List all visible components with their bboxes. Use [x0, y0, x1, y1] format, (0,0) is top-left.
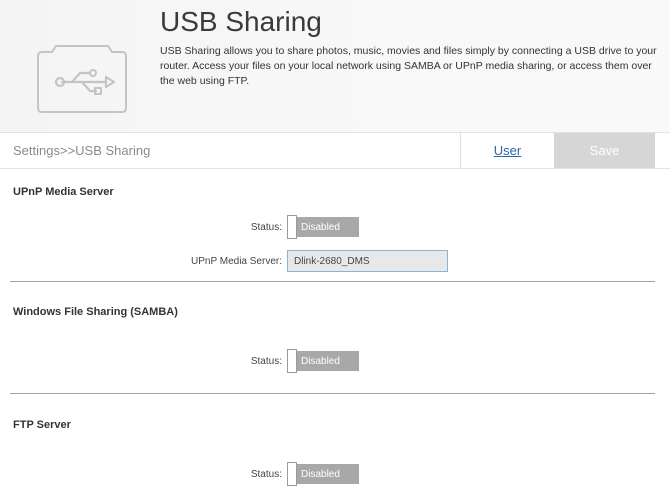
upnp-server-label: UPnP Media Server: — [191, 256, 282, 267]
usb-sharing-page: USB Sharing USB Sharing allows you to sh… — [0, 0, 670, 495]
usb-drive-icon — [37, 45, 127, 113]
samba-status-toggle[interactable]: Disabled — [287, 349, 359, 373]
upnp-status-value: Disabled — [297, 217, 359, 237]
section-title-upnp: UPnP Media Server — [13, 186, 114, 198]
toolbar: Settings>>USB Sharing User Save — [0, 133, 670, 169]
page-header: USB Sharing USB Sharing allows you to sh… — [0, 0, 670, 133]
upnp-status-toggle[interactable]: Disabled — [287, 215, 359, 239]
ftp-status-value: Disabled — [297, 464, 359, 484]
toggle-knob — [287, 349, 297, 373]
section-title-ftp: FTP Server — [13, 419, 71, 431]
section-divider — [10, 393, 655, 394]
ftp-status-toggle[interactable]: Disabled — [287, 462, 359, 486]
upnp-server-name-input[interactable] — [287, 250, 448, 272]
samba-status-label: Status: — [250, 356, 282, 367]
toggle-knob — [287, 215, 297, 239]
breadcrumb: Settings>>USB Sharing — [13, 143, 151, 158]
section-title-samba: Windows File Sharing (SAMBA) — [13, 306, 178, 318]
toggle-knob — [287, 462, 297, 486]
user-link[interactable]: User — [460, 133, 555, 168]
section-divider — [10, 281, 655, 282]
page-description: USB Sharing allows you to share photos, … — [160, 45, 657, 87]
page-title: USB Sharing — [160, 6, 322, 37]
save-button[interactable]: Save — [554, 133, 655, 168]
upnp-status-label: Status: — [250, 222, 282, 233]
samba-status-value: Disabled — [297, 351, 359, 371]
ftp-status-label: Status: — [250, 469, 282, 480]
